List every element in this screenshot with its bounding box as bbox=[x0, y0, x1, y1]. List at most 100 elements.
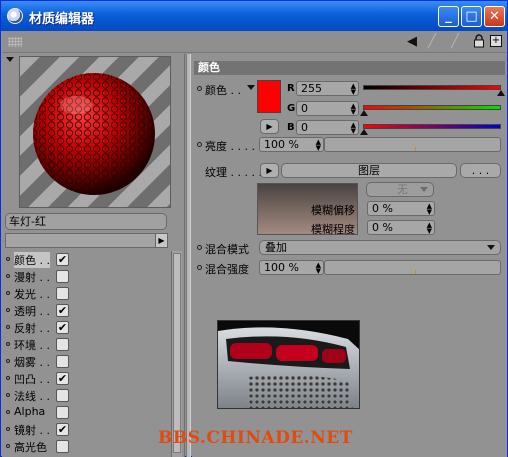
green-slider-handle[interactable] bbox=[360, 110, 368, 116]
maximize-button[interactable]: □ bbox=[461, 6, 482, 27]
watermark-text: BBS.CHINADE.NET bbox=[158, 428, 353, 448]
reference-image bbox=[217, 320, 360, 409]
green-value: 0 bbox=[301, 102, 308, 115]
channel-item-reflection[interactable]: 反射 . . ✔ bbox=[5, 319, 165, 336]
brightness-slider[interactable] bbox=[324, 137, 501, 152]
channel-item-fog[interactable]: 烟雾 . . bbox=[5, 353, 165, 370]
channel-checkbox[interactable]: ✔ bbox=[56, 304, 69, 317]
channel-item-color[interactable]: 颜色 . . ✔ bbox=[5, 251, 165, 268]
channel-label: 烟雾 . . bbox=[14, 356, 50, 369]
spinner-icon[interactable]: ▲ ▼ bbox=[316, 262, 321, 275]
app-icon[interactable] bbox=[7, 8, 23, 24]
texture-label: 纹理 . . . . . bbox=[205, 166, 262, 179]
channel-item-luminance[interactable]: 发光 . . bbox=[5, 285, 165, 302]
color-expand-button[interactable]: ▶ bbox=[260, 119, 279, 134]
new-window-icon[interactable]: + bbox=[490, 35, 502, 47]
brightness-field[interactable]: 100 % ▲ ▼ bbox=[259, 137, 324, 152]
bullet-icon bbox=[197, 86, 202, 91]
channel-checkbox[interactable] bbox=[56, 406, 69, 419]
channel-item-normal[interactable]: 法线 . . bbox=[5, 387, 165, 404]
channel-item-bump[interactable]: 凹凸 . . ✔ bbox=[5, 370, 165, 387]
close-button[interactable]: ✕ bbox=[484, 6, 505, 27]
channel-label: 镜射 . . bbox=[14, 424, 50, 437]
scrollbar-thumb[interactable] bbox=[173, 253, 181, 453]
red-slider[interactable] bbox=[363, 85, 501, 90]
pen-icon[interactable]: ╱ bbox=[425, 34, 439, 49]
channel-item-environment[interactable]: 环境 . . bbox=[5, 336, 165, 353]
channel-checkbox[interactable]: ✔ bbox=[56, 372, 69, 385]
window-title: 材质编辑器 bbox=[29, 12, 95, 27]
mix-strength-value: 100 % bbox=[264, 261, 299, 274]
channel-checkbox[interactable]: ✔ bbox=[56, 423, 69, 436]
material-preview[interactable] bbox=[19, 56, 171, 208]
channel-item-specular[interactable]: 镜射 . . ✔ bbox=[5, 421, 165, 438]
blue-value: 0 bbox=[301, 121, 308, 134]
mix-mode-select[interactable]: 叠加 bbox=[259, 240, 501, 255]
channel-item-diffusion[interactable]: 漫射 . . bbox=[5, 268, 165, 285]
spinner-icon[interactable]: ▲ ▼ bbox=[351, 103, 356, 116]
channel-checkbox[interactable]: ✔ bbox=[56, 321, 69, 334]
preview-menu-arrow-icon[interactable] bbox=[6, 57, 14, 62]
red-value: 255 bbox=[301, 82, 322, 95]
channel-label: 环境 . . bbox=[14, 339, 50, 352]
spinner-icon[interactable]: ▲ ▼ bbox=[351, 83, 356, 96]
grip-icon[interactable] bbox=[8, 37, 22, 47]
chevron-down-icon bbox=[487, 245, 495, 250]
pen-icon-2[interactable]: ╱ bbox=[448, 34, 462, 49]
blue-slider-handle[interactable] bbox=[360, 129, 368, 135]
mix-strength-field[interactable]: 100 % ▲ ▼ bbox=[259, 260, 324, 275]
channel-list-scrollbar[interactable] bbox=[171, 251, 182, 457]
channel-checkbox[interactable] bbox=[56, 338, 69, 351]
color-mode-arrow-icon[interactable] bbox=[247, 85, 255, 90]
arrow-left-icon[interactable]: ◀ bbox=[405, 34, 419, 49]
minimize-button[interactable]: _ bbox=[438, 6, 459, 27]
channel-checkbox[interactable] bbox=[56, 287, 69, 300]
spinner-icon[interactable]: ▲ ▼ bbox=[351, 122, 356, 135]
spinner-icon[interactable]: ▲ ▼ bbox=[427, 203, 432, 216]
red-value-field[interactable]: 255 ▲ ▼ bbox=[296, 81, 359, 96]
channel-checkbox[interactable] bbox=[56, 389, 69, 402]
texture-more-button[interactable]: . . . bbox=[460, 163, 501, 178]
bullet-icon bbox=[6, 257, 10, 261]
channel-checkbox[interactable] bbox=[56, 440, 69, 453]
play-arrow-icon[interactable]: ▶ bbox=[155, 233, 168, 248]
color-swatch[interactable] bbox=[257, 80, 281, 113]
panel-divider[interactable] bbox=[186, 54, 191, 457]
layer-button[interactable]: 图层 bbox=[281, 163, 457, 178]
blur-scale-field[interactable]: 0 % ▲ ▼ bbox=[367, 220, 435, 235]
toolbar: ◀ ╱ ╱ + bbox=[2, 31, 506, 53]
title-bar[interactable]: 材质编辑器 _ □ ✕ bbox=[1, 1, 507, 31]
texture-expand-button[interactable]: ▶ bbox=[260, 163, 279, 178]
channel-item-transparency[interactable]: 透明 . . ✔ bbox=[5, 302, 165, 319]
sampling-value: 无 bbox=[397, 183, 408, 196]
spinner-icon[interactable]: ▲ ▼ bbox=[316, 139, 321, 152]
left-panel: 车灯-红 ▶ 颜色 . . ✔ 漫射 . . 发光 . . 透明 . . ✔ 反… bbox=[2, 54, 185, 457]
material-editor-window: 材质编辑器 _ □ ✕ ◀ ╱ ╱ + 车灯-红 ▶ 颜色 . . ✔ 漫射 .… bbox=[0, 0, 508, 457]
bullet-icon bbox=[6, 342, 10, 346]
mix-strength-label: 混合强度 bbox=[205, 263, 249, 276]
blur-offset-field[interactable]: 0 % ▲ ▼ bbox=[367, 201, 435, 216]
bullet-icon bbox=[197, 142, 202, 147]
channel-checkbox[interactable] bbox=[56, 270, 69, 283]
green-value-field[interactable]: 0 ▲ ▼ bbox=[296, 101, 359, 116]
blue-slider[interactable] bbox=[363, 124, 501, 129]
blue-channel-label: B bbox=[287, 122, 295, 133]
bullet-icon bbox=[6, 359, 10, 363]
right-panel: 颜色 颜色 . . R 255 ▲ ▼ G 0 ▲ ▼ ▶ B 0 ▲ ▼ 亮度 . . .… bbox=[192, 54, 507, 457]
brightness-value: 100 % bbox=[264, 138, 299, 151]
bullet-icon bbox=[6, 410, 10, 414]
red-slider-handle[interactable] bbox=[497, 90, 505, 96]
blue-value-field[interactable]: 0 ▲ ▼ bbox=[296, 120, 359, 135]
channel-item-specular-color[interactable]: 高光色 bbox=[5, 438, 165, 455]
channel-checkbox[interactable]: ✔ bbox=[56, 253, 69, 266]
spinner-icon[interactable]: ▲ ▼ bbox=[427, 222, 432, 235]
sampling-select[interactable]: 无 bbox=[366, 182, 434, 197]
channel-checkbox[interactable] bbox=[56, 355, 69, 368]
channel-item-alpha[interactable]: Alpha bbox=[5, 404, 165, 421]
material-slider[interactable]: ▶ bbox=[5, 233, 168, 248]
mix-strength-slider[interactable] bbox=[324, 260, 501, 275]
bullet-icon bbox=[197, 245, 202, 250]
lock-icon[interactable] bbox=[472, 34, 486, 49]
material-name-field[interactable]: 车灯-红 bbox=[5, 213, 167, 230]
green-slider[interactable] bbox=[363, 105, 501, 110]
